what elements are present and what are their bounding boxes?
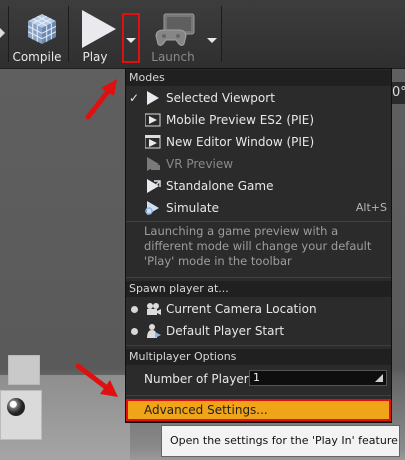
menu-item-new-editor-window[interactable]: New Editor Window (PIE): [126, 131, 391, 153]
play-button[interactable]: Play: [70, 4, 120, 64]
compile-label: Compile: [12, 50, 62, 64]
menu-item-default-player-start[interactable]: Default Player Start: [126, 320, 391, 342]
menu-item-standalone-game[interactable]: Standalone Game: [126, 175, 391, 197]
menu-divider: [126, 277, 391, 278]
menu-item-current-camera-location[interactable]: Current Camera Location: [126, 298, 391, 320]
play-label: Play: [82, 50, 108, 64]
viewport-rotation-snap[interactable]: 0°: [392, 82, 405, 104]
launch-label: Launch: [151, 50, 195, 64]
spawn-section-header: Spawn player at...: [126, 281, 391, 297]
menu-item-selected-viewport[interactable]: ✓ Selected Viewport: [126, 87, 391, 109]
overflow-arrow-icon[interactable]: [0, 28, 5, 38]
launch-options-dropdown[interactable]: [204, 4, 220, 64]
multiplayer-section-header: Multiplayer Options: [126, 349, 391, 365]
menu-item-simulate[interactable]: Simulate Alt+S: [126, 197, 391, 219]
launch-button[interactable]: Launch: [142, 4, 204, 64]
modes-section-header: Modes: [126, 70, 391, 86]
viewport-sphere: [7, 398, 25, 416]
checkmark-icon: ✓: [128, 91, 140, 105]
standalone-game-icon: [147, 179, 161, 193]
toolbar-separator: [68, 6, 69, 62]
number-of-players-row: Number of Players 1: [126, 367, 391, 391]
launch-icon: [155, 13, 195, 46]
camera-icon: [147, 303, 161, 315]
play-icon: [82, 10, 116, 48]
menu-divider: [126, 221, 391, 222]
simulate-icon: [145, 201, 159, 215]
compile-icon: [27, 14, 57, 44]
menu-item-mobile-preview[interactable]: Mobile Preview ES2 (PIE): [126, 109, 391, 131]
radio-indicator: [131, 328, 138, 335]
chevron-down-icon: [207, 38, 217, 43]
menu-item-label: Default Player Start: [166, 324, 285, 338]
menu-item-label: Current Camera Location: [166, 302, 317, 316]
advanced-settings-button[interactable]: Advanced Settings...: [126, 399, 391, 421]
menu-item-label: Standalone Game: [166, 179, 274, 193]
menu-item-label: New Editor Window (PIE): [166, 135, 315, 149]
player-start-icon: [147, 324, 161, 338]
menu-item-label: Simulate: [166, 201, 220, 215]
advanced-settings-label: Advanced Settings...: [144, 403, 268, 417]
toolbar-separator: [221, 6, 222, 62]
modes-description: Launching a game preview with a differen…: [144, 224, 372, 268]
number-of-players-label: Number of Players: [144, 372, 255, 386]
new-window-icon: [145, 135, 161, 149]
menu-divider: [126, 395, 391, 396]
shortcut-label: Alt+S: [355, 201, 387, 214]
menu-divider: [126, 345, 391, 346]
mobile-preview-icon: [145, 113, 161, 127]
vr-preview-icon: [147, 157, 160, 171]
tooltip: Open the settings for the 'Play In' feat…: [161, 425, 400, 457]
annotation-highlight-box: [122, 13, 140, 63]
play-icon: [147, 91, 159, 105]
menu-item-label: Selected Viewport: [166, 91, 275, 105]
play-mode-menu: Modes ✓ Selected Viewport Mobile Preview…: [125, 68, 392, 423]
compile-button[interactable]: Compile: [6, 4, 68, 64]
menu-item-vr-preview[interactable]: VR Preview: [126, 153, 391, 175]
viewport-cube: [8, 355, 40, 385]
menu-item-label: Mobile Preview ES2 (PIE): [166, 113, 315, 127]
menu-item-label: VR Preview: [166, 157, 234, 171]
spinbox-drag-icon: [375, 374, 383, 382]
number-of-players-value: 1: [253, 371, 260, 384]
editor-toolbar: Compile Play Launch: [0, 0, 405, 69]
viewport-cube: [0, 390, 42, 440]
number-of-players-input[interactable]: 1: [249, 370, 387, 386]
radio-indicator: [131, 306, 138, 313]
